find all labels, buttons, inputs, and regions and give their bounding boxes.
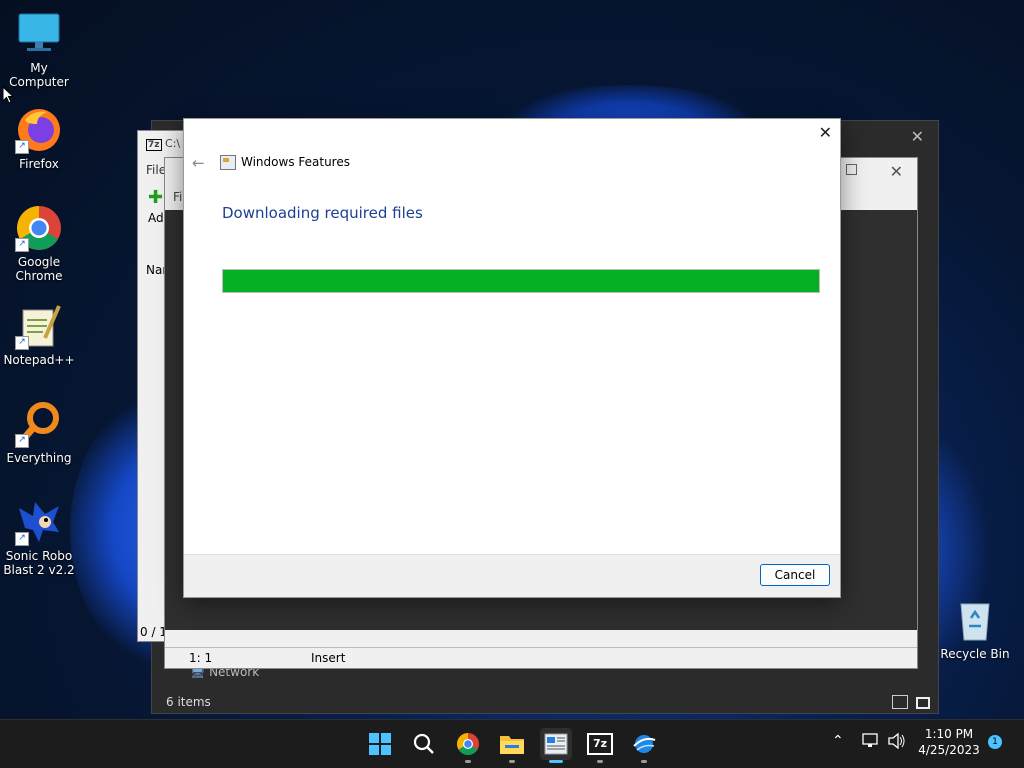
taskbar-windows-features[interactable] [540,728,572,763]
desktop-icon-my-computer[interactable]: My Computer [0,10,78,89]
running-indicator [641,760,647,763]
desktop-icon-chrome[interactable]: ↗ Google Chrome [0,204,78,283]
chrome-icon [457,733,479,755]
shortcut-arrow-icon: ↗ [15,434,29,448]
running-indicator [597,760,603,763]
add-icon[interactable]: ✚ [148,187,163,208]
mouse-cursor-icon [2,86,14,104]
chrome-icon: ↗ [15,204,63,252]
windows-features-dialog[interactable]: ✕ ← Windows Features Downloading require… [183,118,841,598]
running-indicator [509,760,515,763]
firefox-icon: ↗ [15,106,63,154]
shortcut-arrow-icon: ↗ [15,336,29,350]
close-icon[interactable]: ✕ [890,162,903,181]
sonic-icon: ↗ [15,498,63,546]
taskbar-search-button[interactable] [408,728,440,760]
cursor-position: 1: 1 [189,651,213,665]
folder-icon [500,736,524,754]
7zip-icon: 7z [146,139,162,151]
shortcut-arrow-icon: ↗ [15,238,29,252]
explorer-status: 6 items [166,695,211,709]
insert-mode: Insert [311,651,346,665]
features-icon [544,733,568,755]
back-arrow-icon[interactable]: ← [192,154,205,172]
maximize-icon[interactable] [846,164,857,175]
7zip-icon: 7z [587,733,613,755]
desktop-icon-firefox[interactable]: ↗ Firefox [0,106,78,171]
download-progress-bar [222,269,820,293]
desktop-icon-recycle-bin[interactable]: Recycle Bin [936,596,1014,661]
notification-badge[interactable]: 1 [988,735,1002,749]
volume-icon[interactable] [888,732,906,750]
notepadpp-icon: ↗ [15,302,63,350]
globe-icon [633,735,656,753]
clock-date: 4/25/2023 [918,743,980,757]
shortcut-arrow-icon: ↗ [15,140,29,154]
running-indicator [549,760,563,763]
taskbar-network-app[interactable] [628,728,660,763]
dialog-title: Windows Features [241,155,350,169]
desktop-icon-label: My Computer [9,61,69,89]
dialog-footer: Cancel [184,554,840,597]
monitor-icon [15,10,63,58]
clock[interactable]: 1:10 PM 4/25/2023 [916,726,982,758]
chevron-up-icon[interactable]: ⌃ [832,733,844,749]
close-icon[interactable]: ✕ [911,127,924,146]
everything-icon: ↗ [15,400,63,448]
sevenzip-status: 0 / 1 [140,625,167,639]
taskbar: 7z ⌃ 1:10 PM 4/25/2023 1 [0,719,1024,768]
taskbar-7zip[interactable]: 7z [584,728,616,763]
recycle-bin-icon [951,596,999,644]
desktop-icon-label: Everything [6,451,72,465]
taskbar-file-explorer[interactable] [496,728,528,763]
desktop-icon-label: Notepad++ [3,353,75,367]
details-view-icon[interactable] [892,695,908,709]
desktop-icon-everything[interactable]: ↗ Everything [0,400,78,465]
close-icon[interactable]: ✕ [819,123,832,142]
progress-fill [223,270,819,292]
running-indicator [465,760,471,763]
desktop-icon-label: Firefox [19,157,59,171]
desktop-icon-notepadpp[interactable]: ↗ Notepad++ [0,302,78,367]
toolbar-add-label: Ad [148,211,164,225]
shortcut-arrow-icon: ↗ [15,532,29,546]
tiles-view-icon[interactable] [916,697,930,709]
network-tray-icon[interactable] [862,733,880,747]
dialog-heading: Downloading required files [222,204,423,222]
start-button[interactable] [364,728,396,760]
desktop-icon-sonic[interactable]: ↗ Sonic Robo Blast 2 v2.2 [0,498,78,577]
notepad-statusbar: 1: 1 Insert [165,647,917,668]
clock-time: 1:10 PM [924,727,974,741]
desktop-icon-label: Google Chrome [15,255,63,283]
features-icon [220,155,236,170]
desktop-icon-label: Recycle Bin [940,647,1010,661]
cancel-button[interactable]: Cancel [760,564,830,586]
windows-start-icon [369,733,391,755]
desktop-icon-label: Sonic Robo Blast 2 v2.2 [3,549,75,577]
taskbar-chrome[interactable] [452,728,484,763]
search-icon [413,733,434,754]
